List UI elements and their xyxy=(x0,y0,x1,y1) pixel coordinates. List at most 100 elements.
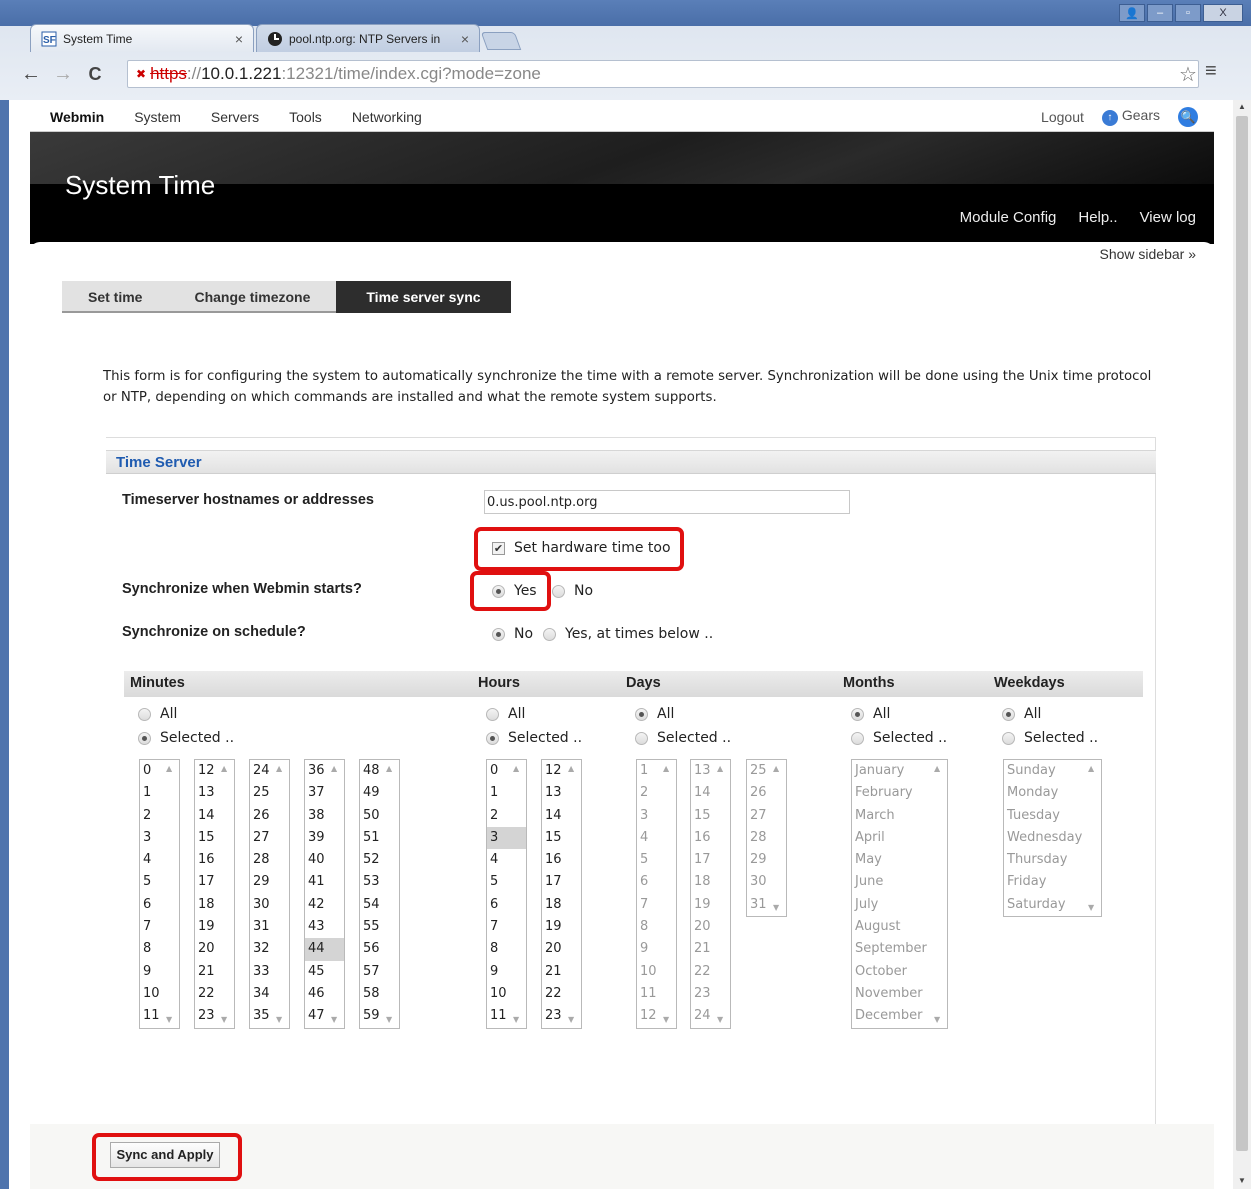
list-scrollbar[interactable]: ▲ ▼ xyxy=(509,760,526,1028)
list-scroll-down-icon[interactable]: ▼ xyxy=(331,1015,337,1024)
list-scrollbar[interactable]: ▲ ▼ xyxy=(162,760,179,1028)
minutes-list[interactable]: 48 49 50 51 52 53 54 55 56 57 58 59 ▲ ▼ xyxy=(359,759,400,1029)
list-scroll-up-icon[interactable]: ▲ xyxy=(663,764,669,773)
tab-set-time[interactable]: Set time xyxy=(62,281,169,313)
minutes-selected-radio[interactable] xyxy=(138,731,151,745)
list-scrollbar[interactable]: ▲ ▼ xyxy=(564,760,581,1028)
menu-servers[interactable]: Servers xyxy=(211,109,259,125)
list-scroll-up-icon[interactable]: ▲ xyxy=(934,764,940,773)
list-scroll-down-icon[interactable]: ▼ xyxy=(934,1015,940,1024)
scroll-up-icon[interactable]: ▲ xyxy=(1238,102,1246,111)
list-scroll-up-icon[interactable]: ▲ xyxy=(568,764,574,773)
list-scrollbar[interactable]: ▲ ▼ xyxy=(272,760,289,1028)
list-scroll-down-icon[interactable]: ▼ xyxy=(773,903,779,912)
list-scrollbar[interactable]: ▲ ▼ xyxy=(713,760,730,1028)
minimize-icon[interactable]: – xyxy=(1147,4,1173,22)
back-icon[interactable]: ← xyxy=(19,63,43,86)
list-scroll-down-icon[interactable]: ▼ xyxy=(386,1015,392,1024)
list-scroll-up-icon[interactable]: ▲ xyxy=(513,764,519,773)
days-list[interactable]: 25 26 27 28 29 30 31 ▲ ▼ xyxy=(746,759,787,918)
minutes-all-option[interactable]: All xyxy=(138,706,177,722)
hours-list[interactable]: 12 13 14 15 16 17 18 19 20 21 22 23 ▲ ▼ xyxy=(541,759,582,1029)
close-tab-icon[interactable]: × xyxy=(461,31,469,47)
schedule-no-radio[interactable] xyxy=(492,627,505,641)
list-scroll-down-icon[interactable]: ▼ xyxy=(276,1015,282,1024)
page-scrollbar[interactable]: ▲ ▼ xyxy=(1233,100,1251,1189)
list-scroll-down-icon[interactable]: ▼ xyxy=(717,1015,723,1024)
webmin-start-no-option[interactable]: No xyxy=(552,583,593,599)
minutes-selected-option[interactable]: Selected .. xyxy=(138,730,234,746)
list-scrollbar[interactable]: ▲ ▼ xyxy=(327,760,344,1028)
list-scroll-up-icon[interactable]: ▲ xyxy=(1088,764,1094,773)
schedule-no-option[interactable]: No xyxy=(492,626,533,642)
view-log-link[interactable]: View log xyxy=(1140,209,1196,226)
menu-system[interactable]: System xyxy=(134,109,181,125)
list-scrollbar[interactable]: ▲ ▼ xyxy=(659,760,676,1028)
days-selected-option[interactable]: Selected .. xyxy=(635,730,731,746)
weekdays-selected-option[interactable]: Selected .. xyxy=(1002,730,1098,746)
weekdays-all-radio[interactable] xyxy=(1002,707,1015,721)
list-scrollbar[interactable]: ▲ ▼ xyxy=(930,760,947,1028)
webmin-start-no-radio[interactable] xyxy=(552,584,565,598)
list-scroll-down-icon[interactable]: ▼ xyxy=(1088,903,1094,912)
list-scroll-down-icon[interactable]: ▼ xyxy=(568,1015,574,1024)
list-scroll-up-icon[interactable]: ▲ xyxy=(221,764,227,773)
address-bar[interactable]: ✖ https :// 10.0.1.221 :12321/time/index… xyxy=(127,60,1199,88)
minutes-list[interactable]: 24 25 26 27 28 29 30 31 32 33 34 35 ▲ ▼ xyxy=(249,759,290,1029)
list-scrollbar[interactable]: ▲ ▼ xyxy=(1084,760,1101,916)
user-icon[interactable]: 👤 xyxy=(1119,4,1145,22)
months-selected-option[interactable]: Selected .. xyxy=(851,730,947,746)
module-config-link[interactable]: Module Config xyxy=(960,209,1057,226)
months-all-radio[interactable] xyxy=(851,707,864,721)
close-window-icon[interactable]: X xyxy=(1203,4,1243,22)
minutes-all-radio[interactable] xyxy=(138,707,151,721)
list-scroll-up-icon[interactable]: ▲ xyxy=(331,764,337,773)
help-link[interactable]: Help.. xyxy=(1078,209,1117,226)
new-tab-button[interactable] xyxy=(480,32,522,50)
list-scroll-down-icon[interactable]: ▼ xyxy=(513,1015,519,1024)
scrollbar-thumb[interactable] xyxy=(1236,116,1248,1151)
webmin-brand[interactable]: Webmin xyxy=(50,109,104,125)
hours-all-radio[interactable] xyxy=(486,707,499,721)
hours-all-option[interactable]: All xyxy=(486,706,525,722)
menu-tools[interactable]: Tools xyxy=(289,109,322,125)
show-sidebar-link[interactable]: Show sidebar » xyxy=(1099,246,1196,262)
hours-selected-radio[interactable] xyxy=(486,731,499,745)
browser-tab-system-time[interactable]: SF System Time × xyxy=(30,24,254,52)
gears-link[interactable]: ↑ Gears xyxy=(1101,107,1160,126)
forward-icon[interactable]: → xyxy=(51,63,75,86)
bookmark-star-icon[interactable]: ☆ xyxy=(1179,62,1197,87)
list-scrollbar[interactable]: ▲ ▼ xyxy=(382,760,399,1028)
scroll-down-icon[interactable]: ▼ xyxy=(1238,1176,1246,1185)
months-all-option[interactable]: All xyxy=(851,706,890,722)
minutes-list[interactable]: 0 1 2 3 4 5 6 7 8 9 10 11 ▲ ▼ xyxy=(139,759,180,1029)
days-list[interactable]: 1 2 3 4 5 6 7 8 9 10 11 12 ▲ ▼ xyxy=(636,759,677,1029)
days-all-radio[interactable] xyxy=(635,707,648,721)
list-scrollbar[interactable]: ▲ ▼ xyxy=(217,760,234,1028)
schedule-yes-radio[interactable] xyxy=(543,627,556,641)
months-selected-radio[interactable] xyxy=(851,731,864,745)
reload-icon[interactable]: C xyxy=(83,64,107,85)
list-scrollbar[interactable]: ▲ ▼ xyxy=(769,760,786,916)
list-scroll-up-icon[interactable]: ▲ xyxy=(773,764,779,773)
list-scroll-up-icon[interactable]: ▲ xyxy=(386,764,392,773)
logout-link[interactable]: Logout xyxy=(1041,109,1084,125)
list-scroll-up-icon[interactable]: ▲ xyxy=(276,764,282,773)
list-scroll-up-icon[interactable]: ▲ xyxy=(166,764,172,773)
months-list[interactable]: January February March April May June July Augu… xyxy=(851,759,948,1029)
menu-networking[interactable]: Networking xyxy=(352,109,422,125)
weekdays-selected-radio[interactable] xyxy=(1002,731,1015,745)
tab-time-server-sync[interactable]: Time server sync xyxy=(336,281,511,313)
browser-menu-icon[interactable]: ≡ xyxy=(1205,60,1217,83)
minutes-list[interactable]: 36 37 38 39 40 41 42 43 44 45 46 47 ▲ ▼ xyxy=(304,759,345,1029)
weekdays-all-option[interactable]: All xyxy=(1002,706,1041,722)
list-scroll-up-icon[interactable]: ▲ xyxy=(717,764,723,773)
search-icon[interactable]: 🔍 xyxy=(1178,106,1198,127)
hours-list[interactable]: 0 1 2 3 4 5 6 7 8 9 10 11 ▲ ▼ xyxy=(486,759,527,1029)
schedule-yes-option[interactable]: Yes, at times below .. xyxy=(543,626,713,642)
weekdays-list[interactable]: Sunday Monday Tuesday Wednesday Thursday Frid… xyxy=(1003,759,1102,918)
hostnames-input[interactable] xyxy=(484,490,850,514)
browser-tab-ntp[interactable]: pool.ntp.org: NTP Servers in × xyxy=(256,24,480,52)
list-scroll-down-icon[interactable]: ▼ xyxy=(663,1015,669,1024)
list-scroll-down-icon[interactable]: ▼ xyxy=(221,1015,227,1024)
